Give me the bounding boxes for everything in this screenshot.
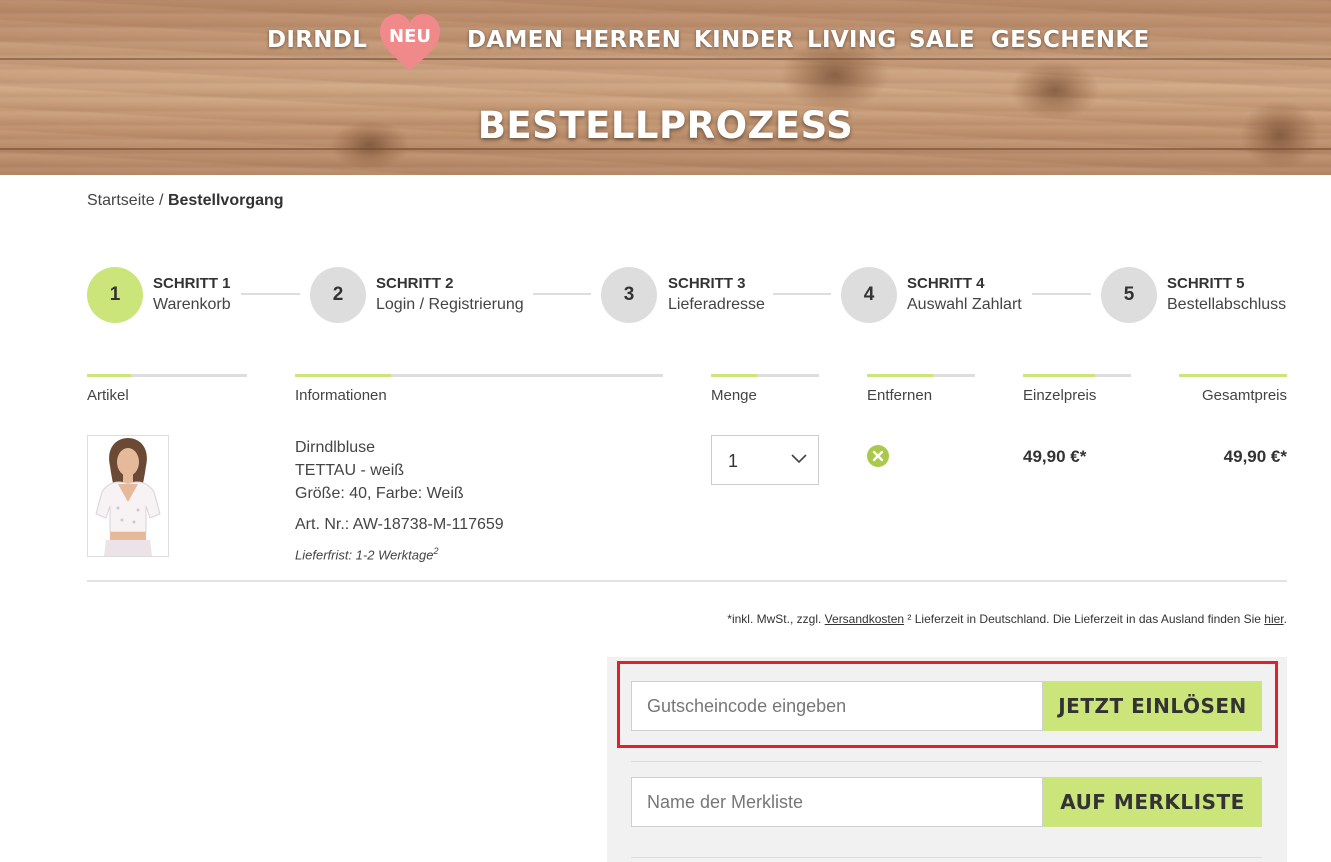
wood-plank-line (0, 148, 1331, 150)
nav-item-herren[interactable]: HERREN (574, 22, 681, 58)
step-2-title: SCHRITT 2 (376, 275, 454, 292)
panel-divider (631, 857, 1262, 858)
step-1-text[interactable]: SCHRITT 1 Warenkorb (153, 275, 231, 314)
quantity-value: 1 (728, 451, 739, 471)
step-1-name: Warenkorb (153, 296, 231, 313)
quantity-select[interactable]: 1 (711, 435, 819, 485)
footnote-middle: ² Lieferzeit in Deutschland. Die Lieferz… (907, 612, 1261, 626)
redeem-voucher-button[interactable]: JETZT EINLÖSEN (1043, 681, 1262, 731)
wishlist-name-input[interactable] (631, 777, 1043, 827)
step-3-title: SCHRITT 3 (668, 275, 746, 292)
add-to-wishlist-button[interactable]: AUF MERKLISTE (1043, 777, 1262, 827)
nav-item-kinder[interactable]: KINDER (694, 22, 794, 58)
nav-item-damen[interactable]: DAMEN (467, 22, 563, 58)
step-3-text[interactable]: SCHRITT 3 Lieferadresse (668, 275, 765, 314)
step-2-name: Login / Registrierung (376, 296, 524, 313)
product-variant: TETTAU - weiß (295, 462, 405, 479)
shipping-costs-link[interactable]: Versandkosten (825, 612, 904, 626)
step-3-name: Lieferadresse (668, 296, 765, 313)
nav-item-dirndl[interactable]: DIRNDL (267, 22, 367, 58)
step-4-title: SCHRITT 4 (907, 275, 985, 292)
page-title: BESTELLPROZESS (477, 104, 854, 147)
breadcrumb-home-link[interactable]: Startseite (87, 192, 155, 209)
chevron-down-icon (791, 454, 807, 464)
product-image[interactable] (87, 435, 169, 557)
total-price: 49,90 €* (1223, 447, 1287, 466)
product-photo (88, 436, 168, 556)
step-5-name: Bestellabschluss (1167, 296, 1287, 313)
footnote-suffix: . (1283, 612, 1287, 626)
step-1-title: SCHRITT 1 (153, 275, 231, 292)
step-4-text[interactable]: SCHRITT 4 Auswahl Zahlart (907, 275, 1022, 314)
main-navigation: DIRNDL DAMEN HERREN KINDER LIVING SALE G… (0, 22, 1331, 58)
step-4-circle[interactable]: 4 (841, 267, 897, 323)
delivery-footnote-mark: 2 (433, 546, 439, 556)
header-banner: DIRNDL DAMEN HERREN KINDER LIVING SALE G… (0, 0, 1331, 175)
price-footnote: *inkl. MwSt., zzgl. Versandkosten ² Lief… (727, 612, 1287, 626)
column-label: Artikel (87, 387, 129, 404)
wood-plank-line (0, 58, 1331, 60)
step-connector (241, 293, 300, 295)
breadcrumb-current: Bestellvorgang (167, 192, 284, 209)
product-attributes: Größe: 40, Farbe: Weiß (295, 485, 464, 502)
nav-item-geschenke[interactable]: GESCHENKE (991, 22, 1149, 58)
step-connector (1032, 293, 1091, 295)
abroad-delivery-link[interactable]: hier (1264, 612, 1283, 626)
nav-item-neu[interactable]: NEU (378, 12, 442, 72)
row-divider (87, 580, 1287, 582)
column-label: Menge (711, 387, 757, 404)
column-label: Entfernen (867, 387, 933, 404)
product-name[interactable]: Dirndlbluse (295, 436, 504, 459)
voucher-code-input[interactable] (631, 681, 1043, 731)
column-label: Gesamtpreis (1201, 387, 1287, 404)
unit-price: 49,90 €* (1023, 447, 1087, 466)
nav-item-living[interactable]: LIVING (807, 22, 897, 58)
step-3-circle[interactable]: 3 (601, 267, 657, 323)
nav-item-sale[interactable]: SALE (909, 22, 975, 58)
column-label: Einzelpreis (1023, 387, 1097, 404)
product-info: Dirndlbluse TETTAU - weiß Größe: 40, Far… (295, 436, 504, 566)
breadcrumb-separator: / (159, 192, 164, 209)
nav-neu-label: NEU (389, 26, 431, 47)
step-4-name: Auswahl Zahlart (907, 296, 1022, 313)
footnote-prefix: *inkl. MwSt., zzgl. (727, 612, 822, 626)
delivery-text: Lieferfrist: 1-2 Werktage (295, 547, 434, 563)
product-delivery-time: Lieferfrist: 1-2 Werktage2 (295, 540, 504, 566)
step-5-title: SCHRITT 5 (1167, 275, 1245, 292)
step-5-text[interactable]: SCHRITT 5 Bestellabschluss (1167, 275, 1286, 314)
step-5-circle[interactable]: 5 (1101, 267, 1157, 323)
step-connector (533, 293, 591, 295)
product-article-number: Art. Nr.: AW-18738-M-117659 (295, 516, 504, 533)
remove-item-button[interactable] (867, 445, 889, 467)
step-2-text[interactable]: SCHRITT 2 Login / Registrierung (376, 275, 524, 314)
panel-divider (631, 761, 1262, 762)
step-connector (773, 293, 831, 295)
step-2-circle[interactable]: 2 (310, 267, 366, 323)
breadcrumb: Startseite / Bestellvorgang (87, 192, 284, 210)
column-label: Informationen (295, 387, 387, 404)
step-1-circle[interactable]: 1 (87, 267, 143, 323)
